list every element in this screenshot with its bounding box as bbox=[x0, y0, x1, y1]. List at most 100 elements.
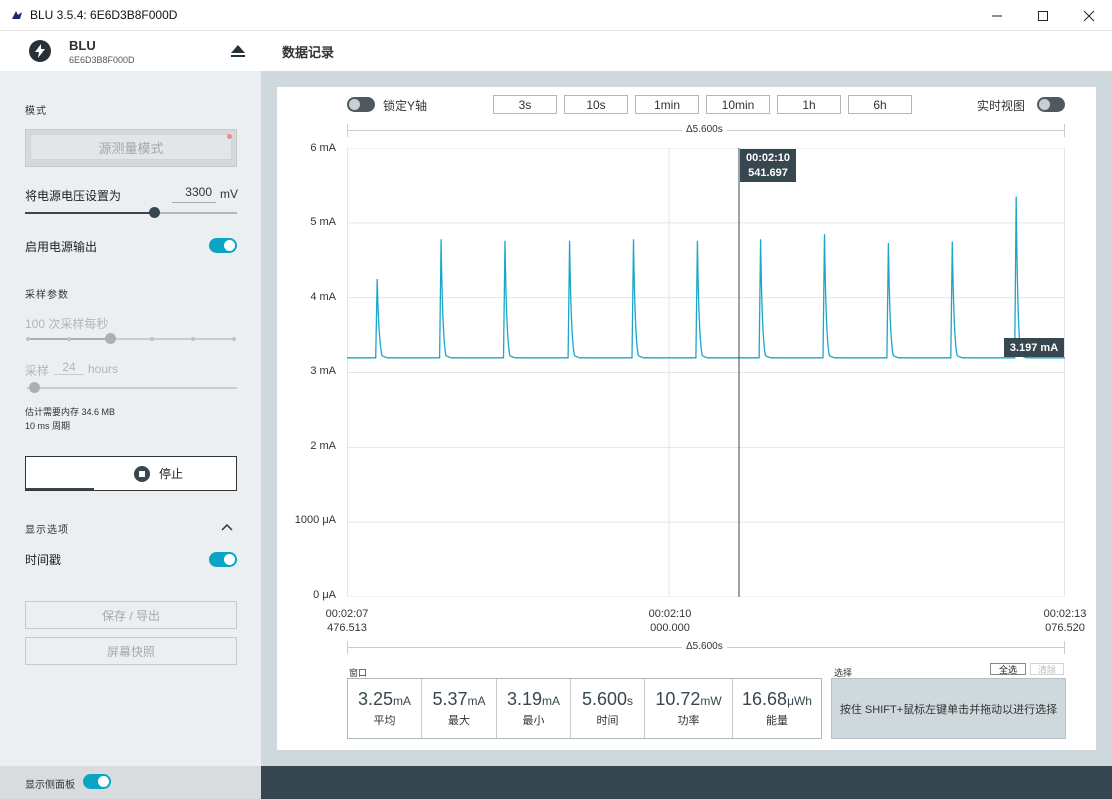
sample-label: 采样 bbox=[25, 364, 50, 378]
power-output-label: 启用电源输出 bbox=[25, 240, 98, 254]
stat-time: 5.600s 时间 bbox=[571, 679, 645, 738]
slider-tick bbox=[26, 337, 30, 341]
stat-name: 平均 bbox=[373, 715, 396, 727]
sampling-section-label: 采样参数 bbox=[25, 290, 69, 301]
lock-y-axis-label: 锁定Y轴 bbox=[383, 99, 428, 113]
sample-rate-slider-handle[interactable] bbox=[105, 333, 116, 344]
screenshot-button[interactable]: 屏幕快照 bbox=[25, 637, 237, 665]
stat-value: 10.72 bbox=[655, 689, 701, 709]
save-export-button[interactable]: 保存 / 导出 bbox=[25, 601, 237, 629]
stat-value: 5.37 bbox=[432, 689, 468, 709]
current-chart[interactable] bbox=[347, 148, 1065, 597]
selection-hint-box[interactable]: 按住 SHIFT+鼠标左键单击并拖动以进行选择 bbox=[831, 678, 1066, 739]
sample-rate-label: 100 次采样每秒 bbox=[25, 317, 109, 331]
eject-icon[interactable] bbox=[229, 43, 247, 59]
bottom-bar bbox=[261, 766, 1112, 799]
sample-period: 10 ms 周期 bbox=[25, 421, 71, 431]
stat-unit: mA bbox=[542, 694, 561, 708]
range-button-3s[interactable]: 3s bbox=[493, 95, 557, 114]
stat-name: 最大 bbox=[448, 715, 470, 727]
stat-value: 5.600 bbox=[581, 689, 628, 709]
stat-unit: mA bbox=[467, 694, 486, 708]
power-output-toggle[interactable] bbox=[209, 238, 237, 253]
select-all-button[interactable]: 全选 bbox=[990, 663, 1026, 675]
sample-duration-input[interactable]: 24 bbox=[54, 360, 84, 375]
x-tick-label: 00:02:13 076.520 bbox=[1036, 607, 1094, 635]
voltage-slider-handle[interactable] bbox=[149, 207, 160, 218]
mode-button-label: 源测量模式 bbox=[30, 134, 232, 160]
x-tick-time: 00:02:10 bbox=[648, 608, 692, 620]
device-id: 6E6D3B8F000D bbox=[69, 55, 135, 65]
mode-section-label: 模式 bbox=[25, 106, 47, 117]
x-tick-time: 00:02:13 bbox=[1043, 608, 1087, 620]
recording-progress-bar bbox=[26, 488, 94, 490]
y-tick-label: 5 mA bbox=[310, 216, 336, 228]
device-header: BLU 6E6D3B8F000D bbox=[0, 31, 261, 71]
y-tick-label: 2 mA bbox=[310, 440, 336, 452]
delta-tick bbox=[1064, 641, 1065, 654]
stat-name: 时间 bbox=[596, 715, 619, 727]
current-trace-line bbox=[347, 196, 1065, 359]
minimize-icon bbox=[992, 15, 1002, 16]
range-button-1h[interactable]: 1h bbox=[777, 95, 841, 114]
page-title: 数据记录 bbox=[282, 45, 335, 60]
timestamp-label: 时间戳 bbox=[25, 553, 62, 567]
show-sidebar-toggle[interactable] bbox=[83, 774, 111, 789]
y-tick-label: 3 mA bbox=[310, 365, 336, 377]
stat-unit: mW bbox=[700, 694, 722, 708]
range-button-1min[interactable]: 1min bbox=[635, 95, 699, 114]
slider-tick bbox=[232, 337, 236, 341]
stat-energy: 16.68μWh 能量 bbox=[733, 679, 821, 738]
voltage-label: 将电源电压设置为 bbox=[25, 189, 122, 203]
x-tick-sub: 000.000 bbox=[650, 622, 690, 634]
slider-tick bbox=[67, 337, 71, 341]
window-stats: 3.25mA 平均 5.37mA 最大 3.19mA 最小 5.600s 时间 … bbox=[347, 678, 822, 739]
stat-value: 3.25 bbox=[357, 689, 394, 709]
stop-icon bbox=[134, 465, 150, 482]
stat-power: 10.72mW 功率 bbox=[645, 679, 733, 738]
x-tick-label: 00:02:07 476.513 bbox=[318, 607, 376, 635]
chevron-up-icon[interactable] bbox=[221, 523, 233, 531]
y-tick-label: 1000 μA bbox=[294, 514, 336, 526]
delta-bottom-label: Δ5.600s bbox=[682, 641, 727, 652]
current-value-tag: 3.197 mA bbox=[1004, 338, 1064, 357]
display-options-label: 显示选项 bbox=[25, 525, 69, 536]
x-tick-time: 00:02:07 bbox=[325, 608, 369, 620]
x-tick-sub: 076.520 bbox=[1045, 622, 1085, 634]
memory-estimate: 估计需要内存 34.6 MB bbox=[25, 407, 116, 417]
maximize-button[interactable] bbox=[1020, 0, 1066, 31]
stat-unit: mA bbox=[393, 694, 412, 708]
stat-name: 最小 bbox=[522, 715, 545, 727]
stat-value: 16.68 bbox=[742, 689, 788, 709]
x-tick-label: 00:02:10 000.000 bbox=[641, 607, 699, 635]
stat-unit: μWh bbox=[787, 694, 812, 708]
slider-tick bbox=[191, 337, 195, 341]
title-bar: BLU 3.5.4: 6E6D3B8F000D bbox=[0, 0, 1112, 31]
y-tick-label: 4 mA bbox=[310, 291, 336, 303]
y-tick-label: 0 μA bbox=[313, 589, 336, 601]
timestamp-toggle[interactable] bbox=[209, 552, 237, 567]
y-tick-label: 6 mA bbox=[310, 142, 336, 154]
show-sidebar-label: 显示侧面板 bbox=[25, 780, 75, 791]
voltage-input[interactable]: 3300 bbox=[172, 185, 216, 203]
app-logo-icon bbox=[12, 11, 22, 19]
stat-max: 5.37mA 最大 bbox=[422, 679, 497, 738]
delta-top-label: Δ5.600s bbox=[682, 124, 727, 135]
live-view-toggle[interactable] bbox=[1037, 97, 1065, 112]
close-button[interactable] bbox=[1066, 0, 1112, 31]
lock-y-axis-toggle[interactable] bbox=[347, 97, 375, 112]
delta-tick bbox=[1064, 124, 1065, 137]
range-button-10s[interactable]: 10s bbox=[564, 95, 628, 114]
range-button-10min[interactable]: 10min bbox=[706, 95, 770, 114]
device-name: BLU bbox=[69, 38, 96, 53]
x-tick-sub: 476.513 bbox=[327, 622, 367, 634]
clear-selection-button[interactable]: 清除 bbox=[1030, 663, 1064, 675]
source-meter-mode-button[interactable]: 源测量模式 bbox=[25, 129, 237, 167]
sample-duration-slider-handle[interactable] bbox=[29, 382, 40, 393]
sample-duration-slider[interactable] bbox=[27, 387, 237, 389]
minimize-button[interactable] bbox=[974, 0, 1020, 31]
delta-tick bbox=[347, 641, 348, 654]
stat-unit: s bbox=[627, 694, 634, 708]
stop-button[interactable]: 停止 bbox=[25, 456, 237, 491]
range-button-6h[interactable]: 6h bbox=[848, 95, 912, 114]
